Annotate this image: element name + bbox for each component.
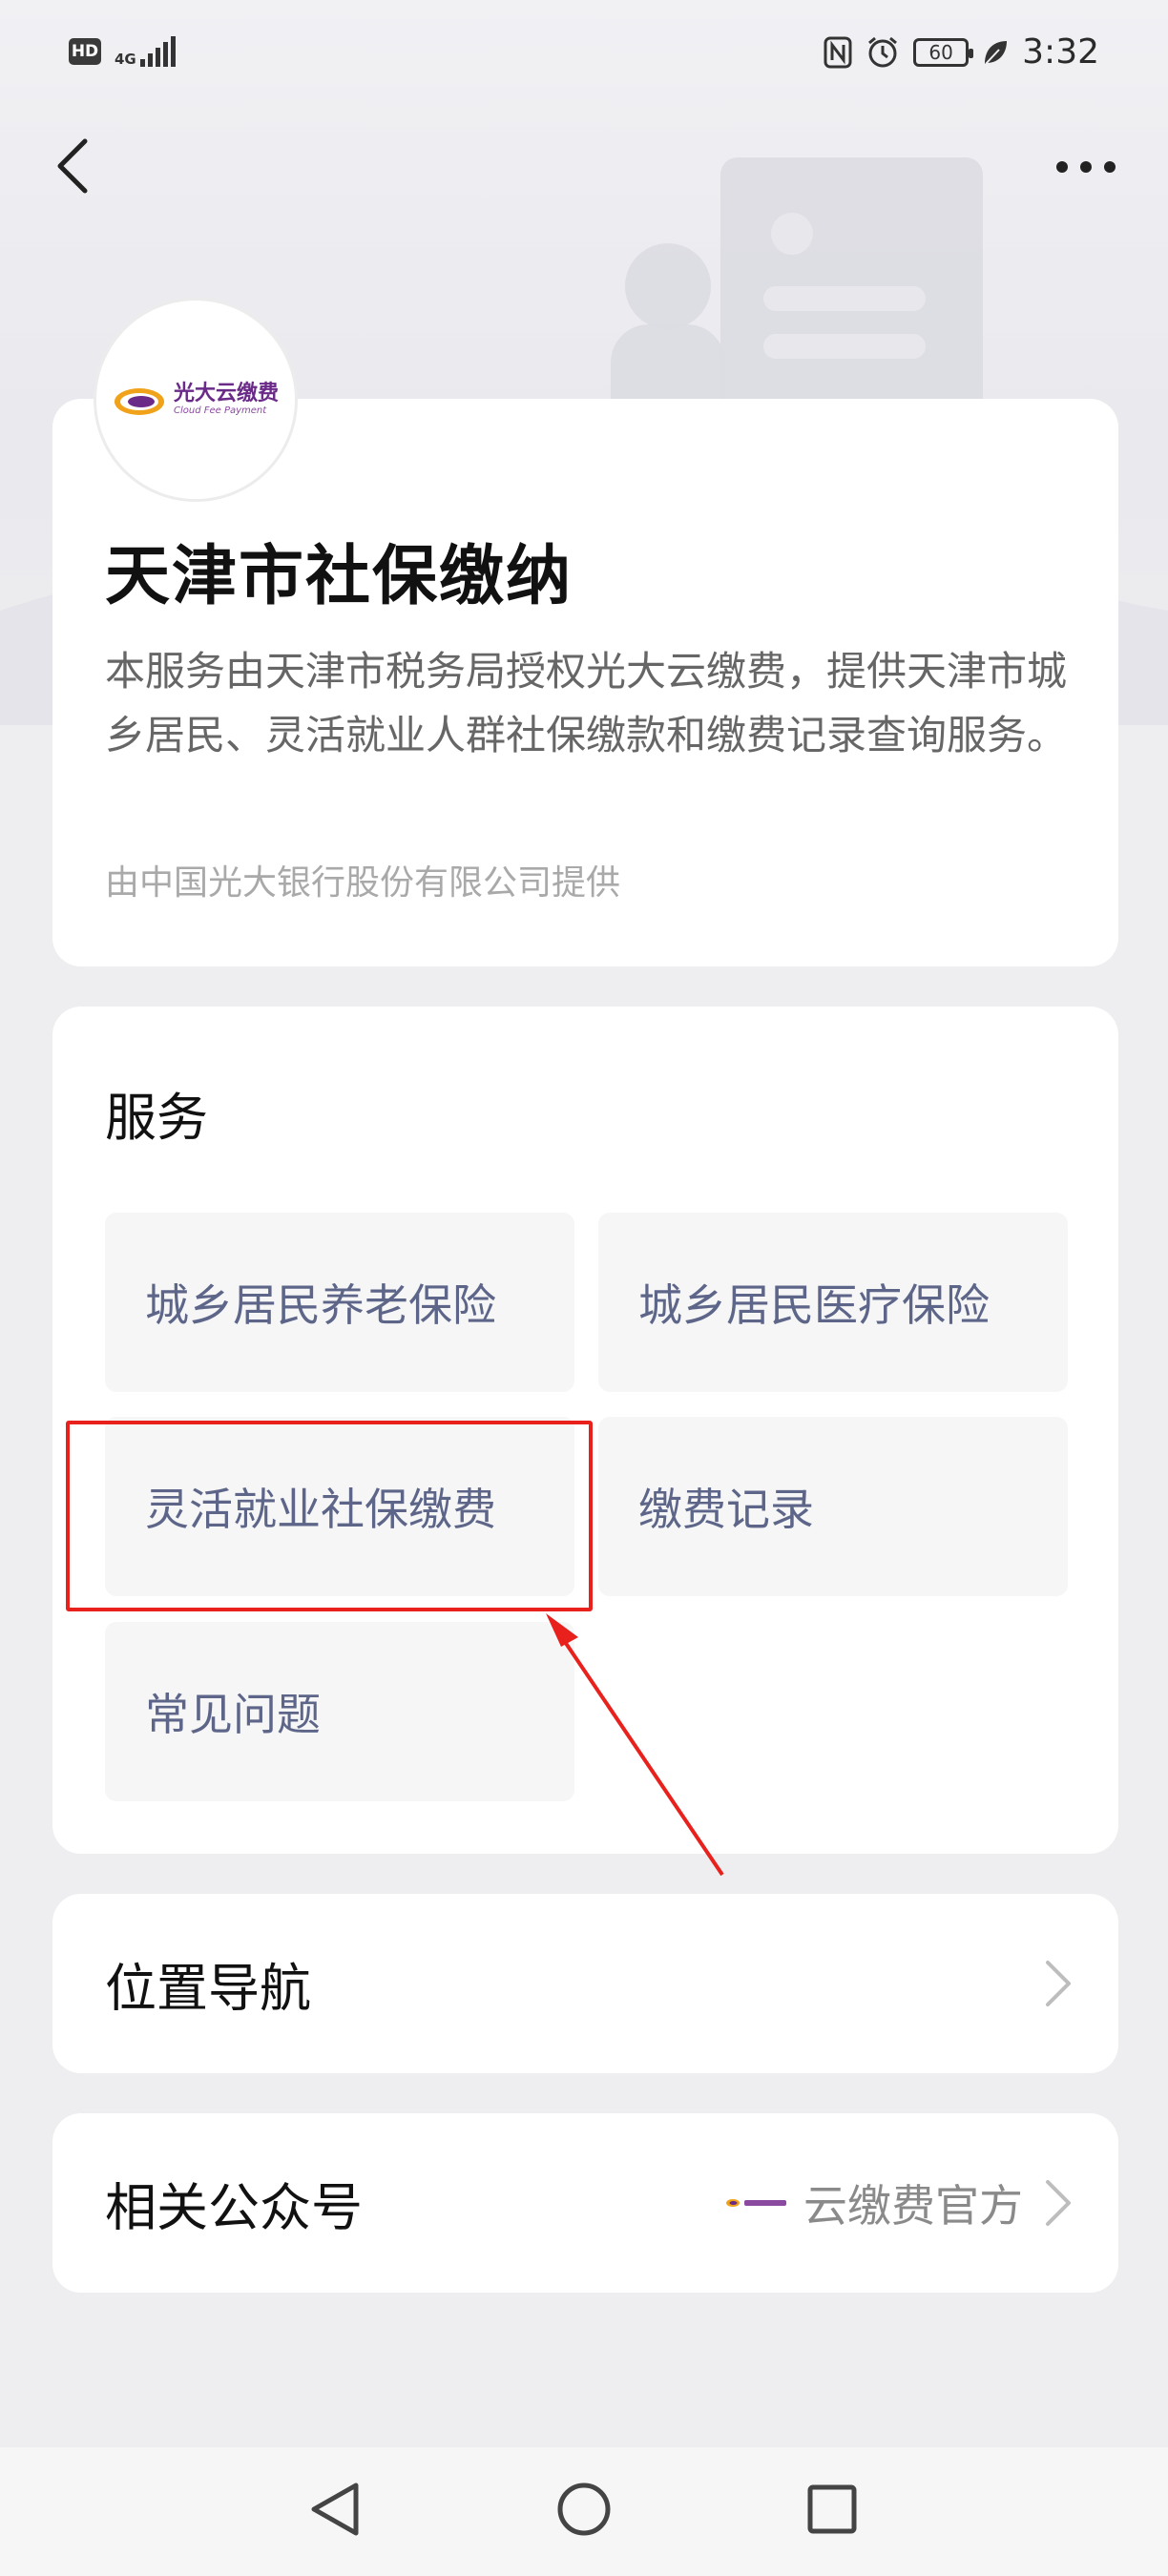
- highlight-box: [66, 1421, 593, 1611]
- system-home-button[interactable]: [541, 2466, 627, 2552]
- status-bar: HD 4G 60 3:32: [0, 0, 1168, 114]
- cloud-logo-icon: [114, 388, 164, 415]
- related-account-row[interactable]: 相关公众号 云缴费官方: [52, 2113, 1118, 2293]
- chevron-right-icon: [1046, 2180, 1071, 2226]
- service-logo: 光大云缴费 Cloud Fee Payment: [94, 298, 298, 502]
- status-time: 3:32: [1022, 32, 1099, 72]
- logo-name-cn: 光大云缴费: [173, 382, 279, 405]
- service-rural-medical[interactable]: 城乡居民医疗保险: [598, 1213, 1068, 1392]
- square-recent-icon: [807, 2484, 857, 2534]
- service-description: 本服务由天津市税务局授权光大云缴费，提供天津市城乡居民、灵活就业人群社保缴款和缴…: [105, 648, 1068, 758]
- system-back-button[interactable]: [292, 2466, 378, 2552]
- system-recent-apps-button[interactable]: [789, 2466, 875, 2552]
- network-type: 4G: [115, 51, 136, 68]
- leaf-icon: [985, 40, 1008, 65]
- service-rural-pension[interactable]: 城乡居民养老保险: [105, 1213, 574, 1392]
- battery-indicator: 60: [913, 37, 974, 67]
- page-title: 天津市社保缴纳: [105, 539, 574, 614]
- more-options-button[interactable]: [1038, 134, 1134, 200]
- system-navigation-bar: [0, 2447, 1168, 2576]
- more-horizontal-icon: [1056, 161, 1116, 173]
- back-button[interactable]: [38, 128, 105, 204]
- alarm-icon: [868, 36, 898, 67]
- account-logo-wordmark: [744, 2200, 786, 2206]
- cloud-logo-icon: [726, 2199, 740, 2207]
- signal-icon: [139, 36, 176, 67]
- account-logo: [725, 2197, 786, 2209]
- triangle-back-icon: [311, 2483, 359, 2536]
- location-navigation-label: 位置导航: [105, 1958, 311, 2019]
- circle-home-icon: [557, 2483, 611, 2536]
- chevron-right-icon: [1046, 1961, 1071, 2006]
- nfc-icon: [824, 36, 852, 68]
- service-payment-records[interactable]: 缴费记录: [598, 1417, 1068, 1596]
- related-account-label: 相关公众号: [105, 2177, 363, 2238]
- related-account-name: 云缴费官方: [803, 2180, 1023, 2232]
- services-heading: 服务: [105, 1088, 208, 1148]
- location-navigation-row[interactable]: 位置导航: [52, 1894, 1118, 2073]
- provider-text: 由中国光大银行股份有限公司提供: [105, 863, 621, 903]
- hd-badge: HD: [69, 38, 101, 65]
- chevron-left-icon: [57, 138, 88, 194]
- logo-name-en: Cloud Fee Payment: [173, 405, 267, 416]
- service-faq[interactable]: 常见问题: [105, 1622, 574, 1801]
